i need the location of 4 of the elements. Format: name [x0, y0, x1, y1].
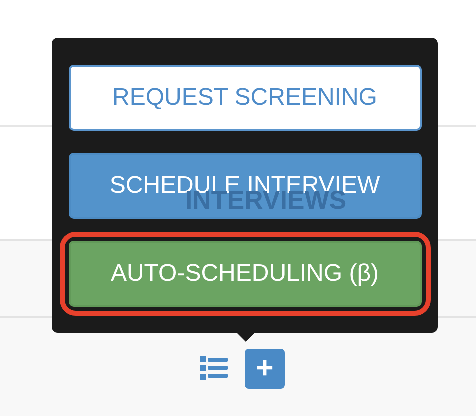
popover-button[interactable]: REQUEST SCREENING — [68, 65, 422, 131]
numbered-list-icon[interactable] — [199, 355, 229, 381]
add-button[interactable]: + — [245, 349, 285, 389]
popover-button[interactable]: AUTO-SCHEDULING (β) — [68, 241, 422, 307]
